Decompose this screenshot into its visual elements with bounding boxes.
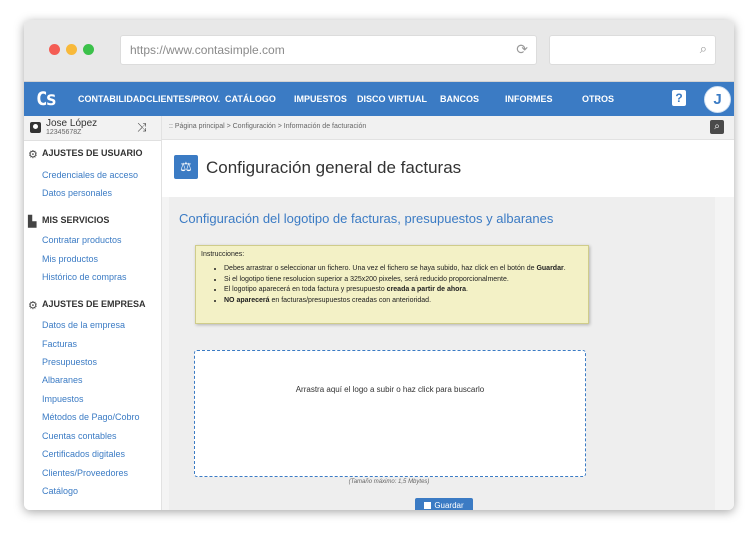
sidebar-item-catalogo[interactable]: Catálogo [42, 486, 78, 496]
contasimple-logo[interactable]: Cs [36, 88, 57, 110]
instruction-item: NO aparecerá en facturas/presupuestos cr… [224, 297, 594, 306]
nav-item-contabilidad[interactable]: CONTABILIDAD [78, 94, 146, 104]
instruction-item: Debes arrastrar o seleccionar un fichero… [224, 265, 594, 274]
sidebar-item-impuestos[interactable]: Impuestos [42, 394, 84, 404]
nav-item-otros[interactable]: OTROS [582, 94, 614, 104]
main-navbar: Cs CONTABILIDAD CLIENTES/PROV. CATÁLOGO … [24, 82, 734, 116]
sidebar-item-metodos-pago[interactable]: Métodos de Pago/Cobro [42, 412, 140, 422]
user-id: 12345678Z [46, 129, 82, 136]
panel-title: Configuración del logotipo de facturas, … [179, 211, 554, 226]
bag-icon: ▙ [28, 216, 37, 228]
nav-item-clientes[interactable]: CLIENTES/PROV. [146, 94, 220, 104]
user-name: Jose López [46, 118, 98, 129]
sidebar-item-contratar[interactable]: Contratar productos [42, 235, 122, 245]
section-ajustes-usuario: ⚙ AJUSTES DE USUARIO [28, 148, 143, 161]
instructions-box: Instrucciones: Debes arrastrar o selecci… [195, 245, 589, 324]
nav-item-disco-virtual[interactable]: DISCO VIRTUAL [357, 94, 427, 104]
page-title: Configuración general de facturas [206, 158, 462, 177]
nav-item-informes[interactable]: INFORMES [505, 94, 553, 104]
main-content: :: Página principal > Configuración > In… [162, 116, 734, 510]
sidebar: Jose López 12345678Z ⤨ ⚙ AJUSTES DE USUAR… [24, 116, 162, 510]
sidebar-item-facturas[interactable]: Facturas [42, 339, 77, 349]
floppy-icon [424, 502, 432, 509]
sidebar-item-presupuestos[interactable]: Presupuestos [42, 357, 97, 367]
instructions-list: Debes arrastrar o seleccionar un fichero… [200, 265, 594, 307]
reload-icon[interactable]: ⟳ [516, 41, 528, 58]
breadcrumb[interactable]: :: Página principal > Configuración > In… [169, 123, 366, 130]
logo-dropzone[interactable]: Arrastra aquí el logo a subir o haz clic… [194, 350, 586, 477]
gear-icon: ⚙ [28, 300, 38, 312]
user-avatar[interactable]: J [704, 86, 731, 113]
sidebar-item-credenciales[interactable]: Credenciales de acceso [42, 170, 138, 180]
section-mis-servicios: ▙ MIS SERVICIOS [28, 215, 110, 228]
sidebar-item-datos-personales[interactable]: Datos personales [42, 188, 112, 198]
browser-chrome: https://www.contasimple.com ⟳ ⌕ [24, 20, 734, 82]
sidebar-item-datos-empresa[interactable]: Datos de la empresa [42, 320, 125, 330]
nav-item-impuestos[interactable]: IMPUESTOS [294, 94, 347, 104]
scale-icon: ⚖ [174, 155, 198, 179]
sidebar-item-cuentas[interactable]: Cuentas contables [42, 431, 117, 441]
max-size-note: (Tamaño máximo: 1,5 Mbytes) [348, 479, 430, 485]
minimize-window-button[interactable] [66, 44, 77, 55]
nav-item-bancos[interactable]: BANCOS [440, 94, 479, 104]
sidebar-item-clientes[interactable]: Clientes/Proveedores [42, 468, 128, 478]
sidebar-item-historico[interactable]: Histórico de compras [42, 272, 127, 282]
dropzone-text: Arrastra aquí el logo a subir o haz clic… [295, 385, 485, 394]
sidebar-item-mis-productos[interactable]: Mis productos [42, 254, 98, 264]
close-window-button[interactable] [49, 44, 60, 55]
title-area: ⚖ Configuración general de facturas [162, 140, 734, 197]
search-icon: ⌕ [699, 41, 707, 56]
user-box: Jose López 12345678Z ⤨ [24, 116, 161, 141]
breadcrumb-bar: :: Página principal > Configuración > In… [162, 116, 734, 140]
search-icon[interactable]: ⌕ [710, 120, 724, 134]
nav-item-catalogo[interactable]: CATÁLOGO [225, 94, 276, 104]
logo-config-panel: Configuración del logotipo de facturas, … [169, 197, 715, 510]
user-card-icon [30, 122, 41, 133]
help-icon[interactable]: ? [672, 90, 686, 106]
maximize-window-button[interactable] [83, 44, 94, 55]
gear-icon: ⚙ [28, 149, 38, 161]
save-button[interactable]: Guardar [415, 498, 473, 510]
instruction-item: Si el logotipo tiene resolucion superior… [224, 276, 594, 285]
instructions-title: Instrucciones: [201, 251, 245, 258]
sidebar-item-albaranes[interactable]: Albaranes [42, 375, 83, 385]
sidebar-item-certificados[interactable]: Certificados digitales [42, 449, 125, 459]
address-bar[interactable]: https://www.contasimple.com ⟳ [120, 35, 537, 65]
instruction-item: El logotipo aparecerá en toda factura y … [224, 286, 594, 295]
address-url: https://www.contasimple.com [130, 43, 285, 57]
section-ajustes-empresa: ⚙ AJUSTES DE EMPRESA [28, 299, 146, 312]
browser-window: https://www.contasimple.com ⟳ ⌕ Cs CONTA… [24, 20, 734, 510]
browser-search-input[interactable]: ⌕ [549, 35, 716, 65]
switch-company-icon[interactable]: ⤨ [137, 120, 147, 135]
